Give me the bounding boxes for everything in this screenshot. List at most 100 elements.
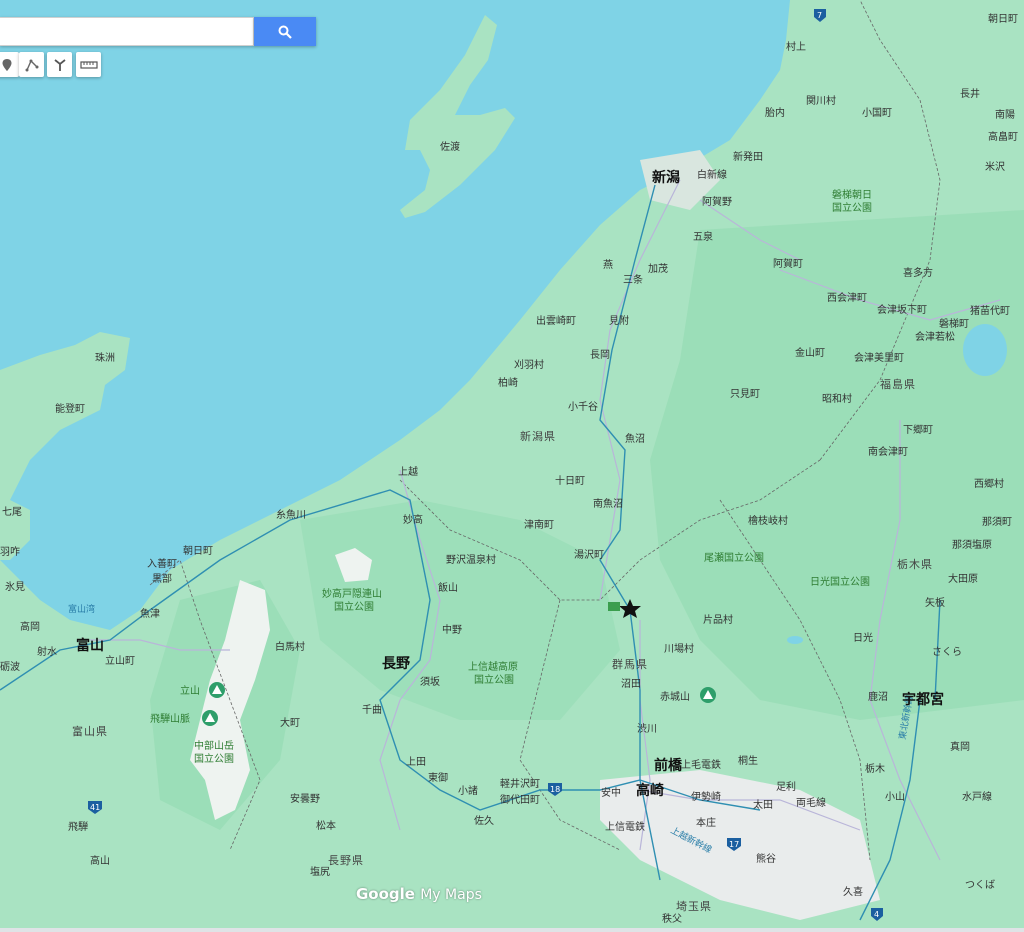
map-label: 太田 bbox=[753, 798, 773, 811]
map-label: 糸魚川 bbox=[276, 508, 306, 521]
map-label: 軽井沢町 bbox=[500, 777, 540, 790]
map-label: 沼田 bbox=[621, 677, 641, 690]
ruler-icon bbox=[79, 60, 98, 69]
map-label: 七尾 bbox=[2, 506, 22, 518]
park-label: 磐梯朝日 bbox=[832, 188, 872, 201]
svg-text:41: 41 bbox=[90, 803, 100, 812]
map-label: 片品村 bbox=[703, 613, 733, 626]
map-label: 阿賀町 bbox=[773, 258, 803, 270]
map-label: 氷見 bbox=[5, 580, 25, 593]
map-label: 栃木 bbox=[865, 762, 885, 775]
map-label: 長岡 bbox=[590, 349, 610, 361]
map-label: 足利 bbox=[776, 781, 796, 793]
map-label: 小国町 bbox=[862, 107, 892, 119]
map-label: つくば bbox=[965, 879, 995, 891]
park-label: 飛騨山脈 bbox=[150, 712, 190, 725]
park-label: 日光国立公園 bbox=[810, 575, 870, 588]
map-label: 西会津町 bbox=[827, 291, 867, 304]
map-label: 関川村 bbox=[806, 94, 836, 107]
park-label: 国立公園 bbox=[334, 600, 374, 613]
prefecture-label: 群馬県 bbox=[612, 657, 648, 671]
mountain-marker[interactable] bbox=[700, 687, 716, 703]
marker-tool-button[interactable] bbox=[0, 52, 19, 77]
map-label: 川場村 bbox=[664, 642, 694, 655]
svg-text:18: 18 bbox=[550, 785, 560, 794]
search-button[interactable] bbox=[254, 17, 316, 46]
forest-area bbox=[650, 210, 1024, 720]
map-label: 下郷町 bbox=[903, 424, 933, 436]
city-label: 高崎 bbox=[636, 782, 664, 799]
park-label: 尾瀬国立公園 bbox=[704, 551, 764, 564]
map-label: 三条 bbox=[623, 273, 643, 286]
route-tool-button[interactable] bbox=[47, 52, 72, 77]
map-label: 白新線 bbox=[697, 168, 727, 181]
map-label: 小諸 bbox=[458, 784, 478, 797]
map-label: 阿賀野 bbox=[702, 196, 732, 208]
search-input[interactable] bbox=[0, 17, 254, 46]
map-label: 渋川 bbox=[637, 722, 657, 735]
map-label: 小山 bbox=[885, 791, 905, 803]
map-label: 高山 bbox=[90, 854, 110, 867]
map-label: 朝日町 bbox=[183, 545, 213, 557]
map-label: 磐梯町 bbox=[939, 317, 969, 330]
map-label: 千曲 bbox=[362, 704, 382, 716]
mountain-marker[interactable] bbox=[209, 682, 225, 698]
map-label: 塩尻 bbox=[310, 865, 330, 878]
map-label: 大町 bbox=[280, 716, 300, 729]
map-label: 小千谷 bbox=[568, 401, 598, 413]
map-label: 射水 bbox=[37, 646, 57, 658]
park-label: 中部山岳 bbox=[194, 739, 234, 752]
park-label: 上信越高原 bbox=[468, 660, 518, 673]
lake-inawashiro bbox=[963, 324, 1007, 376]
line-draw-icon bbox=[25, 59, 38, 71]
map-label: 秩父 bbox=[662, 913, 682, 925]
mountain-marker[interactable] bbox=[202, 710, 218, 726]
map-label: 南魚沼 bbox=[593, 497, 623, 510]
map-label: 十日町 bbox=[555, 474, 585, 487]
map-label: 会津若松 bbox=[915, 330, 955, 343]
map-label: 須坂 bbox=[420, 676, 440, 688]
map-label: 見附 bbox=[609, 314, 629, 327]
map-label: 高岡 bbox=[20, 620, 40, 633]
bottom-bar bbox=[0, 928, 1024, 932]
measure-tool-button[interactable] bbox=[76, 52, 101, 77]
prefecture-label: 新潟県 bbox=[520, 429, 556, 443]
map-label: 加茂 bbox=[648, 262, 668, 275]
map-canvas[interactable]: 佐渡 村上 関川村 胎内 新発田 白新線 阿賀野 五泉 燕 三条 加茂 見附 出… bbox=[0, 0, 1024, 932]
map-label: 野沢温泉村 bbox=[446, 553, 496, 566]
map-label: 真岡 bbox=[950, 740, 970, 753]
mymaps-logo-text: My Maps bbox=[420, 887, 482, 903]
map-label: 飯山 bbox=[438, 581, 458, 594]
map-label: 伊勢崎 bbox=[691, 790, 721, 803]
map-label: 羽咋 bbox=[0, 545, 20, 558]
svg-text:17: 17 bbox=[729, 840, 739, 849]
map-label: 飛騨 bbox=[68, 820, 88, 833]
map-label: 珠洲 bbox=[95, 351, 115, 364]
map-label: 西郷村 bbox=[974, 477, 1004, 490]
svg-text:7: 7 bbox=[817, 11, 822, 20]
water-label: 富山湾 bbox=[68, 603, 95, 615]
noto-peninsula bbox=[0, 332, 130, 560]
search-icon bbox=[278, 25, 292, 39]
map-label: 上毛電鉄 bbox=[681, 758, 721, 771]
map-label: 魚沼 bbox=[625, 432, 645, 445]
map-label: 佐久 bbox=[474, 815, 494, 827]
line-tool-button[interactable] bbox=[19, 52, 44, 77]
map-label: 矢板 bbox=[925, 596, 945, 609]
park-label: 妙高戸隠連山 bbox=[322, 587, 382, 600]
map-label: 熊谷 bbox=[756, 852, 776, 865]
city-label: 前橋 bbox=[654, 757, 683, 774]
map-label: 上越 bbox=[398, 465, 418, 478]
map-label: 赤城山 bbox=[660, 691, 690, 703]
map-label: 湯沢町 bbox=[574, 548, 604, 561]
map-label: 只見町 bbox=[730, 388, 760, 400]
map-label: 安中 bbox=[601, 786, 621, 799]
map-label: 高畠町 bbox=[988, 130, 1018, 143]
city-label: 宇都宮 bbox=[902, 691, 944, 708]
prefecture-label: 福島県 bbox=[880, 377, 916, 391]
map-label: 上田 bbox=[406, 756, 426, 768]
city-label: 長野 bbox=[382, 656, 410, 672]
map-label: 会津坂下町 bbox=[877, 303, 927, 316]
map-label: 御代田町 bbox=[500, 793, 540, 806]
map-label: 柏崎 bbox=[498, 376, 518, 389]
